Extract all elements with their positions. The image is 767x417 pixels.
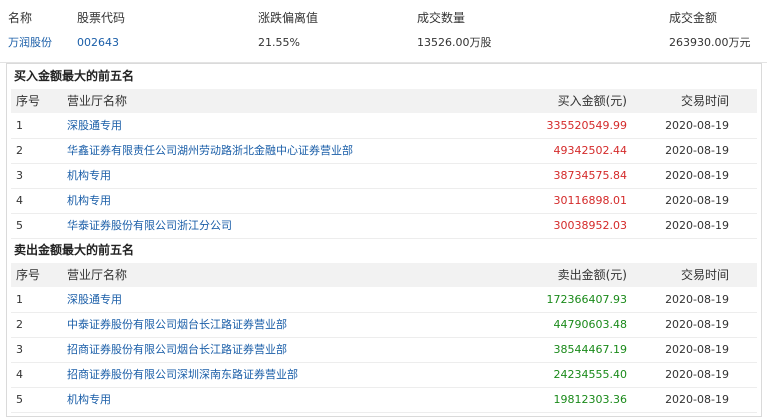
- branch-name-link[interactable]: 招商证券股份有限公司烟台长江路证券营业部: [67, 338, 287, 362]
- stock-name-link[interactable]: 万润股份: [8, 31, 52, 55]
- row-no: 4: [16, 368, 23, 381]
- table-row: 5 机构专用 19812303.36 2020-08-19: [11, 388, 757, 413]
- sell-header-date: 交易时间: [680, 268, 729, 282]
- buy-amount: 30038952.03: [553, 219, 627, 232]
- trading-detail-panel: 买入金额最大的前五名 序号 营业厅名称 买入金额(元) 交易时间 1 深股通专用…: [6, 63, 762, 417]
- stock-summary: 名称 股票代码 涨跌偏离值 成交数量 成交金额 万润股份 002643 21.5…: [0, 0, 767, 63]
- table-row: 4 招商证券股份有限公司深圳深南东路证券营业部 24234555.40 2020…: [11, 363, 757, 388]
- branch-name-link[interactable]: 机构专用: [67, 388, 111, 412]
- row-no: 1: [16, 119, 23, 132]
- sell-section-title: 卖出金额最大的前五名: [14, 243, 135, 257]
- summary-header-amount: 成交金额: [669, 11, 718, 25]
- trade-date: 2020-08-19: [665, 194, 729, 207]
- row-no: 5: [16, 219, 23, 232]
- row-no: 3: [16, 343, 23, 356]
- trade-date: 2020-08-19: [665, 368, 729, 381]
- sell-header-amount: 卖出金额(元): [557, 268, 627, 282]
- sell-amount: 172366407.93: [546, 293, 627, 306]
- row-no: 1: [16, 293, 23, 306]
- deviation-value: 21.55%: [258, 36, 300, 49]
- summary-header-deviation: 涨跌偏离值: [258, 11, 319, 25]
- row-no: 3: [16, 169, 23, 182]
- table-row: 3 招商证券股份有限公司烟台长江路证券营业部 38544467.19 2020-…: [11, 338, 757, 363]
- trade-date: 2020-08-19: [665, 393, 729, 406]
- branch-name-link[interactable]: 深股通专用: [67, 288, 122, 312]
- trade-date: 2020-08-19: [665, 169, 729, 182]
- buy-amount: 30116898.01: [553, 194, 627, 207]
- sell-header-no: 序号: [16, 268, 41, 282]
- table-row: 4 机构专用 30116898.01 2020-08-19: [11, 189, 757, 214]
- buy-header-date: 交易时间: [680, 94, 729, 108]
- buy-amount: 335520549.99: [546, 119, 627, 132]
- table-row: 1 深股通专用 335520549.99 2020-08-19: [11, 114, 757, 139]
- branch-name-link[interactable]: 中泰证券股份有限公司烟台长江路证券营业部: [67, 313, 287, 337]
- sell-amount: 38544467.19: [553, 343, 627, 356]
- page: 名称 股票代码 涨跌偏离值 成交数量 成交金额 万润股份 002643 21.5…: [0, 0, 767, 417]
- branch-name-link[interactable]: 华泰证券股份有限公司浙江分公司: [67, 214, 232, 238]
- stock-code-link[interactable]: 002643: [77, 31, 119, 55]
- row-no: 4: [16, 194, 23, 207]
- trade-date: 2020-08-19: [665, 144, 729, 157]
- table-row: 2 华鑫证券有限责任公司湖州劳动路浙北金融中心证券营业部 49342502.44…: [11, 139, 757, 164]
- summary-header-volume: 成交数量: [417, 11, 466, 25]
- sell-header-name: 营业厅名称: [67, 268, 128, 282]
- buy-header-no: 序号: [16, 94, 41, 108]
- branch-name-link[interactable]: 招商证券股份有限公司深圳深南东路证券营业部: [67, 363, 298, 387]
- branch-name-link[interactable]: 机构专用: [67, 189, 111, 213]
- summary-header-code: 股票代码: [77, 11, 126, 25]
- summary-header-name: 名称: [8, 11, 33, 25]
- table-row: 1 深股通专用 172366407.93 2020-08-19: [11, 288, 757, 313]
- summary-value-row: 万润股份 002643 21.55% 13526.00万股 263930.00万…: [0, 31, 767, 55]
- buy-table-header: 序号 营业厅名称 买入金额(元) 交易时间: [11, 89, 757, 113]
- sell-amount: 19812303.36: [553, 393, 627, 406]
- row-no: 2: [16, 318, 23, 331]
- branch-name-link[interactable]: 华鑫证券有限责任公司湖州劳动路浙北金融中心证券营业部: [67, 139, 353, 163]
- sell-amount: 24234555.40: [553, 368, 627, 381]
- trade-date: 2020-08-19: [665, 219, 729, 232]
- summary-header-row: 名称 股票代码 涨跌偏离值 成交数量 成交金额: [0, 6, 767, 30]
- table-row: 5 华泰证券股份有限公司浙江分公司 30038952.03 2020-08-19: [11, 214, 757, 239]
- buy-section-title: 买入金额最大的前五名: [14, 69, 135, 83]
- volume-value: 13526.00万股: [417, 36, 492, 49]
- buy-header-name: 营业厅名称: [67, 94, 128, 108]
- trade-date: 2020-08-19: [665, 119, 729, 132]
- row-no: 5: [16, 393, 23, 406]
- table-row: 2 中泰证券股份有限公司烟台长江路证券营业部 44790603.48 2020-…: [11, 313, 757, 338]
- sell-table-header: 序号 营业厅名称 卖出金额(元) 交易时间: [11, 263, 757, 287]
- branch-name-link[interactable]: 机构专用: [67, 164, 111, 188]
- trade-date: 2020-08-19: [665, 343, 729, 356]
- sell-amount: 44790603.48: [553, 318, 627, 331]
- row-no: 2: [16, 144, 23, 157]
- trade-date: 2020-08-19: [665, 318, 729, 331]
- trade-date: 2020-08-19: [665, 293, 729, 306]
- buy-header-amount: 买入金额(元): [557, 94, 627, 108]
- table-row: 3 机构专用 38734575.84 2020-08-19: [11, 164, 757, 189]
- buy-amount: 49342502.44: [553, 144, 627, 157]
- amount-value: 263930.00万元: [669, 36, 751, 49]
- buy-amount: 38734575.84: [553, 169, 627, 182]
- branch-name-link[interactable]: 深股通专用: [67, 114, 122, 138]
